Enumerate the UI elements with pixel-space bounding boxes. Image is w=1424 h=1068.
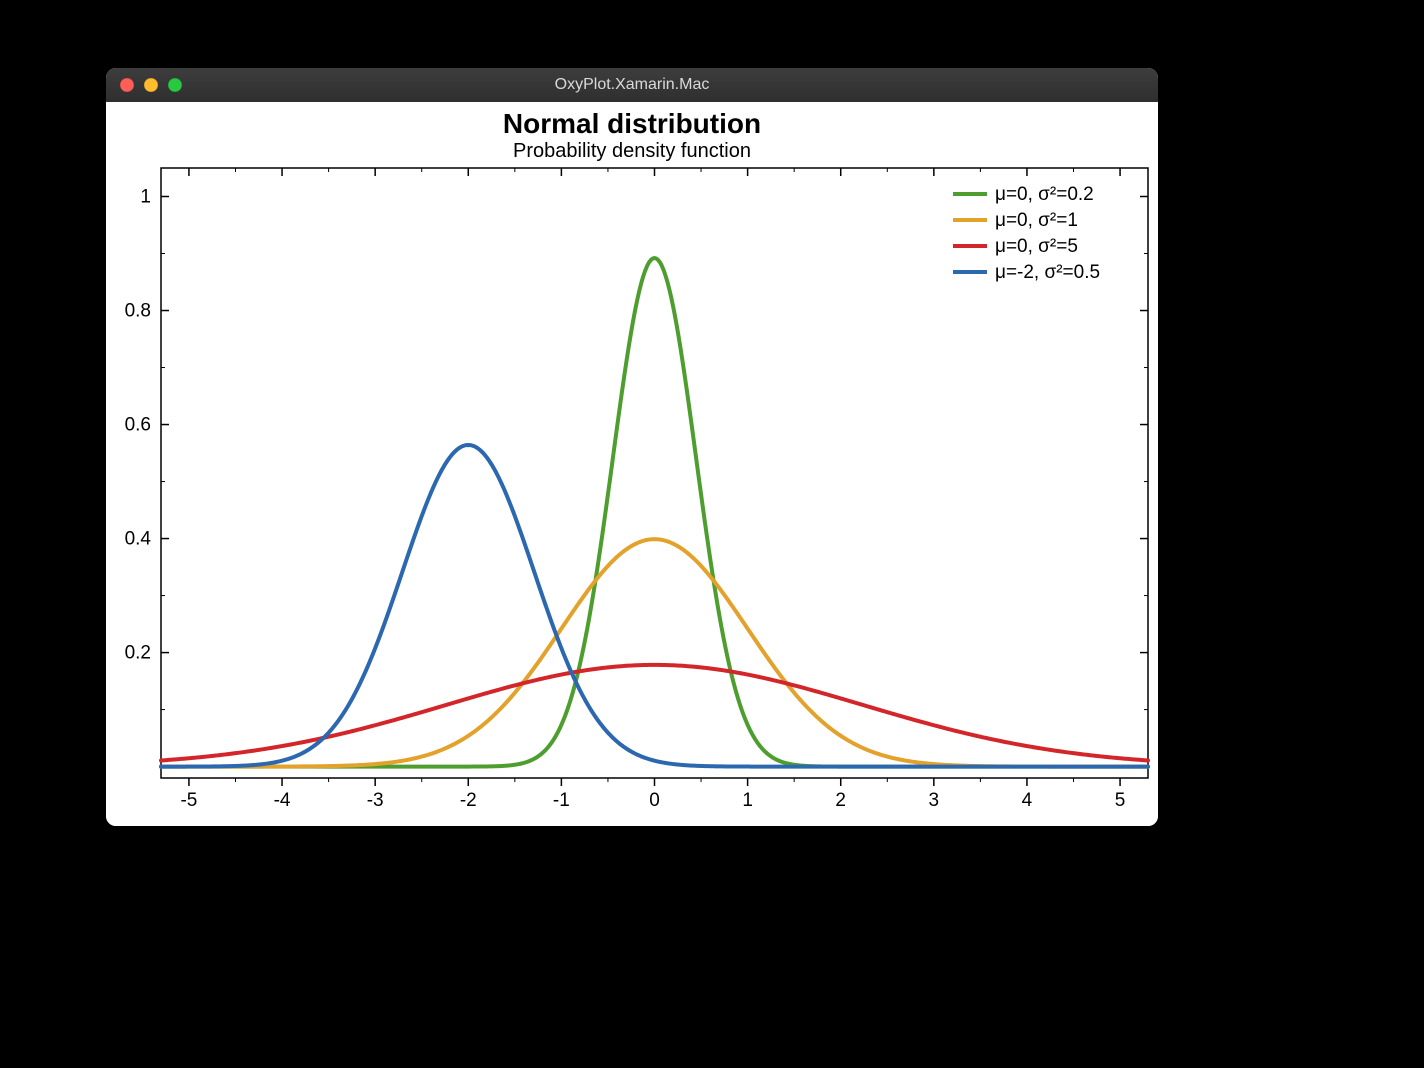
svg-text:-4: -4 (274, 790, 291, 811)
series-line-2 (161, 665, 1148, 761)
chart-title: Normal distribution (106, 108, 1158, 140)
svg-text:1: 1 (140, 187, 151, 208)
svg-text:0.6: 0.6 (125, 415, 151, 436)
svg-text:-3: -3 (367, 790, 384, 811)
svg-text:0.8: 0.8 (125, 301, 151, 322)
y-axis-labels: 0.2 0.4 0.6 0.8 1 (125, 187, 152, 664)
svg-text:-2: -2 (460, 790, 477, 811)
series-line-0 (161, 258, 1148, 767)
svg-text:-5: -5 (180, 790, 197, 811)
legend-label-1: μ=0, σ²=1 (995, 210, 1078, 231)
window-controls (106, 78, 182, 92)
svg-text:2: 2 (835, 790, 846, 811)
plot-area[interactable]: Normal distribution Probability density … (106, 102, 1158, 826)
svg-text:4: 4 (1022, 790, 1033, 811)
svg-text:0: 0 (649, 790, 660, 811)
window-title: OxyPlot.Xamarin.Mac (106, 76, 1158, 94)
legend-label-2: μ=0, σ²=5 (995, 236, 1078, 257)
chart-canvas[interactable]: -5 -4 -3 -2 -1 0 1 2 3 4 5 0.2 0.4 0.6 0.8 1 μ=0, σ²=0… (106, 163, 1158, 823)
svg-text:5: 5 (1115, 790, 1126, 811)
series-line-3 (161, 445, 1148, 767)
legend-label-3: μ=-2, σ²=0.5 (995, 262, 1100, 283)
svg-text:0.2: 0.2 (125, 643, 151, 664)
minimize-icon[interactable] (144, 78, 158, 92)
chart-series (161, 258, 1148, 767)
legend-label-0: μ=0, σ²=0.2 (995, 184, 1094, 205)
legend: μ=0, σ²=0.2 μ=0, σ²=1 μ=0, σ²=5 μ=-2, σ²=0.… (953, 184, 1100, 283)
chart-subtitle: Probability density function (106, 140, 1158, 163)
svg-text:-1: -1 (553, 790, 570, 811)
zoom-icon[interactable] (168, 78, 182, 92)
close-icon[interactable] (120, 78, 134, 92)
svg-text:0.4: 0.4 (125, 529, 152, 550)
titlebar[interactable]: OxyPlot.Xamarin.Mac (106, 68, 1158, 102)
x-axis-ticks (189, 168, 1120, 786)
series-line-1 (161, 539, 1148, 766)
app-window: OxyPlot.Xamarin.Mac Normal distribution … (106, 68, 1158, 826)
svg-text:1: 1 (742, 790, 753, 811)
x-axis-labels: -5 -4 -3 -2 -1 0 1 2 3 4 5 (180, 790, 1125, 811)
svg-text:3: 3 (929, 790, 940, 811)
